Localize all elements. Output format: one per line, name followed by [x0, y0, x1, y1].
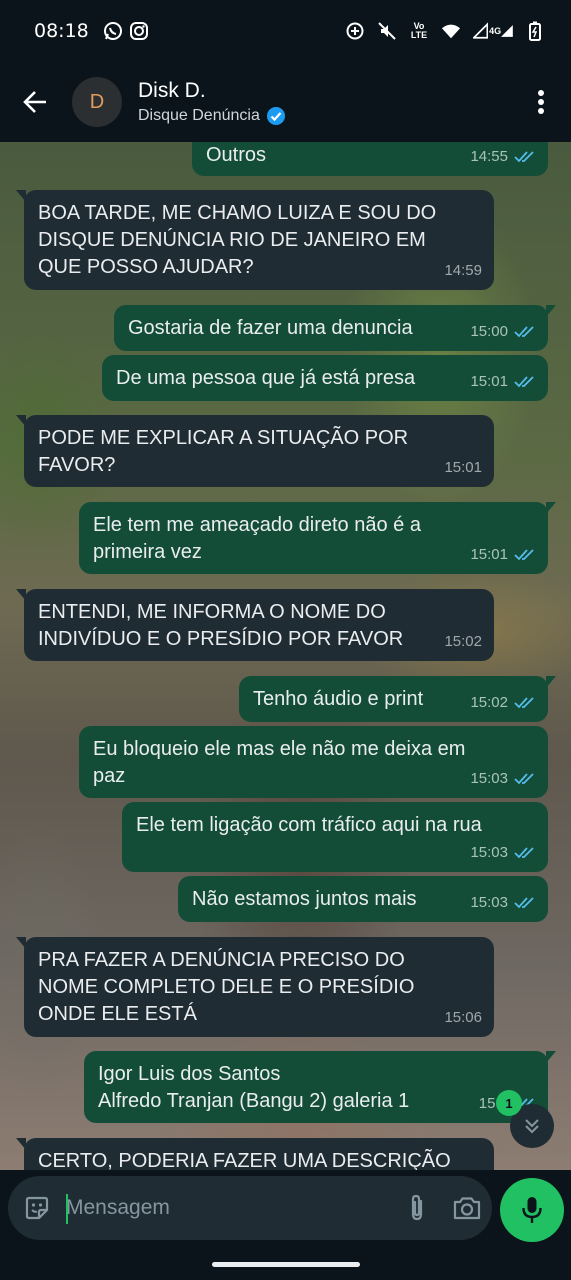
contact-name: Disk D.: [138, 79, 206, 102]
message-bubble-outgoing[interactable]: Ele tem ligação com tráfico aqui na rua …: [122, 802, 548, 872]
message-bubble-outgoing[interactable]: Ele tem me ameaçado direto não é a prime…: [79, 502, 556, 574]
more-options-button[interactable]: [511, 62, 571, 142]
message-bubble-outgoing[interactable]: Tenho áudio e print 15:02: [239, 676, 556, 722]
back-button[interactable]: [0, 62, 70, 142]
message-time: 15:03: [470, 894, 508, 911]
volte-icon: Vo LTE: [410, 21, 428, 40]
double-check-icon: [514, 325, 534, 337]
message-text: Outros: [206, 144, 267, 166]
message-time: 14:59: [444, 262, 482, 279]
navigation-bar: [0, 1246, 571, 1280]
double-check-icon: [514, 548, 534, 560]
message-bubble-outgoing[interactable]: Outros 14:55: [192, 142, 548, 176]
chat-header: D Disk D. Disque Denúncia: [0, 62, 571, 142]
chat-area[interactable]: Outros 14:55 BOA TARDE, ME CHAMO LUIZA E…: [0, 142, 571, 1170]
double-check-icon: [514, 772, 534, 784]
message-time: 15:01: [444, 459, 482, 476]
message-time: 15:02: [444, 633, 482, 650]
instagram-icon: [129, 21, 149, 41]
message-text: PODE ME EXPLICAR A SITUAÇÃO POR FAVOR?: [38, 427, 409, 476]
message-bubble-incoming[interactable]: ENTENDI, ME INFORMA O NOME DO INDIVÍDUO …: [16, 589, 494, 661]
contact-subtitle: Disque Denúncia: [138, 107, 260, 124]
message-bubble-incoming[interactable]: PODE ME EXPLICAR A SITUAÇÃO POR FAVOR? 1…: [16, 415, 494, 487]
voice-message-button[interactable]: [500, 1178, 564, 1242]
message-time: 15:00: [470, 323, 508, 340]
status-bar: 08:18 Vo LTE 4G: [0, 0, 571, 62]
double-check-icon: [514, 696, 534, 708]
more-vertical-icon: [538, 90, 544, 114]
message-text: Eu bloqueio ele mas ele não me deixa em …: [93, 738, 466, 787]
message-time: 15:03: [470, 770, 508, 787]
message-bubble-outgoing[interactable]: De uma pessoa que já está presa 15:01: [102, 355, 548, 401]
message-text: Ele tem me ameaçado direto não é a prime…: [93, 514, 421, 563]
message-bubble-outgoing[interactable]: Não estamos juntos mais 15:03: [178, 876, 548, 922]
message-bubble-incoming[interactable]: CERTO, PODERIA FAZER UMA DESCRIÇÃO: [16, 1138, 494, 1170]
message-time: 15:03: [470, 844, 508, 861]
verified-badge-icon: [266, 107, 285, 125]
message-input-placeholder: Mensagem: [66, 1196, 170, 1219]
message-text: Igor Luis dos Santos Alfredo Tranjan (Ba…: [98, 1063, 410, 1112]
message-text: Ele tem ligação com tráfico aqui na rua: [136, 814, 482, 836]
message-time: 14:55: [470, 148, 508, 165]
contact-info[interactable]: Disk D. Disque Denúncia: [138, 78, 286, 126]
message-bubble-outgoing[interactable]: Gostaria de fazer uma denuncia 15:00: [114, 305, 556, 351]
message-text: Gostaria de fazer uma denuncia: [128, 317, 413, 339]
camera-icon: [453, 1197, 481, 1220]
double-check-icon: [514, 150, 534, 162]
paperclip-icon: [411, 1194, 423, 1221]
sticker-button[interactable]: [8, 1176, 66, 1240]
message-text: CERTO, PODERIA FAZER UMA DESCRIÇÃO: [38, 1150, 451, 1170]
message-text: Tenho áudio e print: [253, 688, 424, 710]
camera-button[interactable]: [442, 1176, 492, 1240]
unread-count-badge: 1: [496, 1090, 522, 1116]
message-bubble-outgoing[interactable]: Igor Luis dos Santos Alfredo Tranjan (Ba…: [84, 1051, 556, 1123]
message-text: ENTENDI, ME INFORMA O NOME DO INDIVÍDUO …: [38, 601, 404, 650]
sticker-icon: [25, 1196, 49, 1220]
data-saver-icon: [345, 21, 365, 41]
message-text: Não estamos juntos mais: [192, 888, 417, 910]
double-check-icon: [514, 375, 534, 387]
message-text: De uma pessoa que já está presa: [116, 367, 416, 389]
message-time: 15:06: [444, 1009, 482, 1026]
message-text: PRA FAZER A DENÚNCIA PRECISO DO NOME COM…: [38, 949, 415, 1025]
double-check-icon: [514, 896, 534, 908]
message-time: 15:02: [470, 694, 508, 711]
message-text: BOA TARDE, ME CHAMO LUIZA E SOU DO DISQU…: [38, 202, 437, 278]
wifi-icon: [441, 21, 461, 41]
double-check-icon: [514, 846, 534, 858]
status-time: 08:18: [34, 20, 89, 42]
message-time: 15:01: [470, 373, 508, 390]
message-input[interactable]: Mensagem: [66, 1176, 392, 1240]
chevrons-down-icon: [525, 1119, 539, 1134]
microphone-icon: [522, 1197, 542, 1223]
arrow-left-icon: [23, 91, 46, 113]
whatsapp-icon: [103, 21, 123, 41]
message-bubble-outgoing[interactable]: Eu bloqueio ele mas ele não me deixa em …: [79, 726, 548, 798]
composer-bar: Mensagem: [0, 1170, 571, 1246]
message-input-box: Mensagem: [8, 1176, 492, 1240]
message-time: 15:01: [470, 546, 508, 563]
mute-icon: [377, 21, 397, 41]
home-gesture-handle[interactable]: [212, 1262, 360, 1267]
avatar[interactable]: D: [72, 77, 122, 127]
message-bubble-incoming[interactable]: BOA TARDE, ME CHAMO LUIZA E SOU DO DISQU…: [16, 190, 494, 290]
attach-button[interactable]: [392, 1176, 442, 1240]
message-bubble-incoming[interactable]: PRA FAZER A DENÚNCIA PRECISO DO NOME COM…: [16, 937, 494, 1037]
signal-icon: 4G: [473, 21, 513, 41]
battery-icon: [525, 21, 545, 41]
